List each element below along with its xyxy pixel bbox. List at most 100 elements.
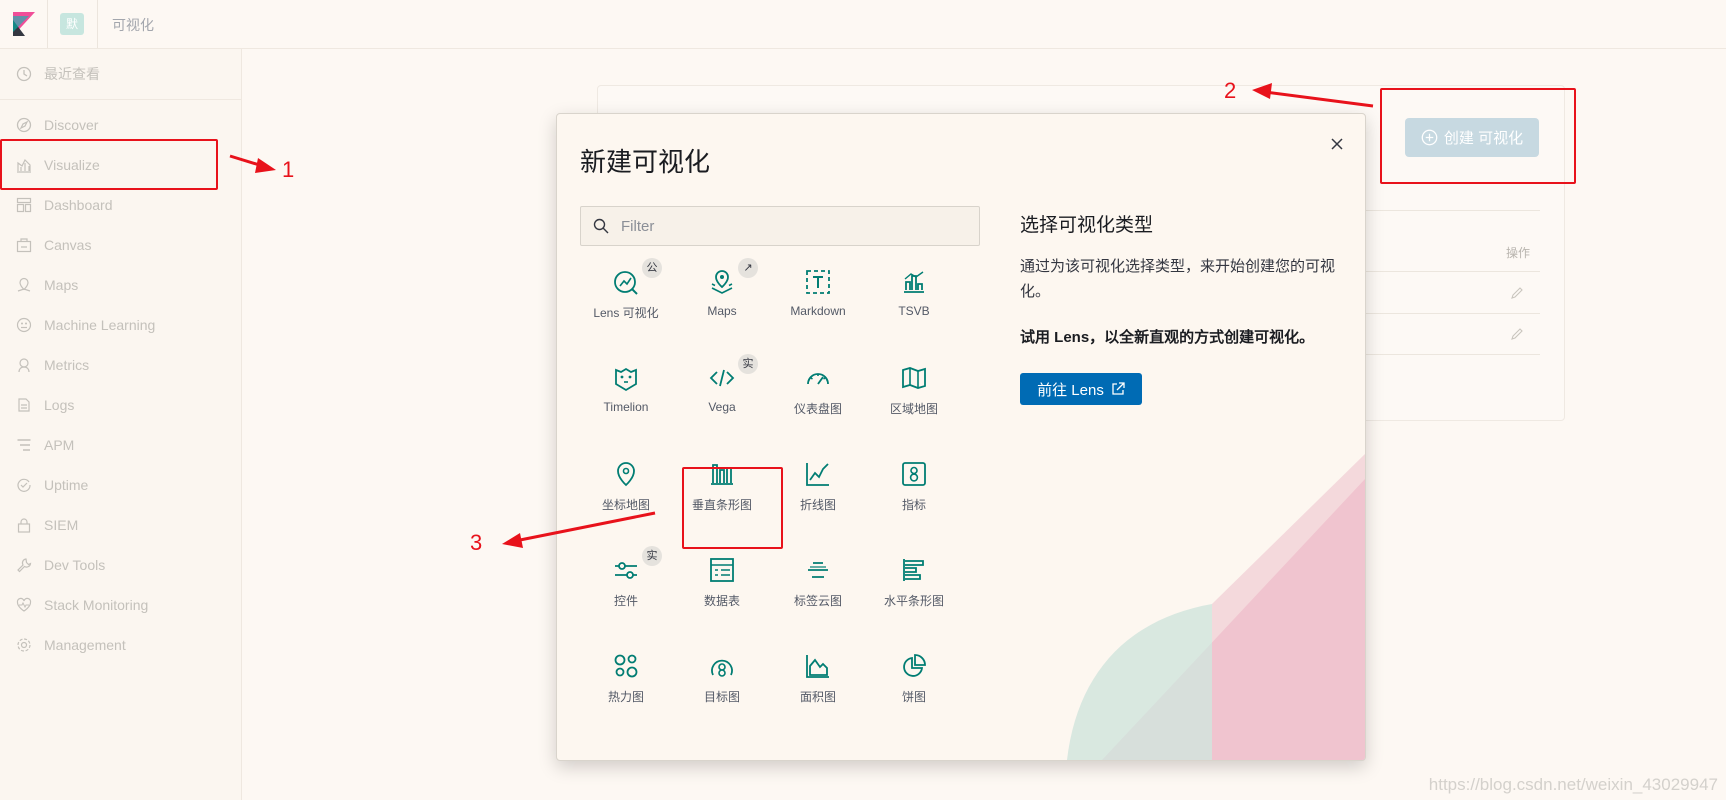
annotation-highlight-create-button <box>1380 88 1576 184</box>
maps-icon <box>15 276 33 294</box>
metrics-icon <box>15 356 33 374</box>
vis-type-markdown[interactable]: Markdown <box>772 252 864 334</box>
clock-icon <box>15 65 33 83</box>
sidebar-item-logs[interactable]: Logs <box>0 388 241 422</box>
vis-type-coordinate-map[interactable]: 坐标地图 <box>580 444 672 526</box>
sidebar-item-discover[interactable]: Discover <box>0 108 241 142</box>
vis-type-region-map[interactable]: 区域地图 <box>868 348 960 430</box>
table-header-divider <box>1362 210 1540 211</box>
annotation-highlight-visualize <box>0 139 218 190</box>
sidebar-item-dev-tools[interactable]: Dev Tools <box>0 548 241 582</box>
sidebar-item-label: Machine Learning <box>44 317 156 333</box>
pencil-icon[interactable] <box>1510 327 1524 341</box>
sidebar-item-label: Stack Monitoring <box>44 597 149 613</box>
vis-type-label: 目标图 <box>703 690 740 704</box>
sidebar-item-management[interactable]: Management <box>0 628 241 662</box>
sidebar-item-label: Discover <box>44 117 99 133</box>
heartbeat-icon <box>15 596 33 614</box>
vis-type-line[interactable]: 折线图 <box>772 444 864 526</box>
vis-type-pie[interactable]: 饼图 <box>868 636 960 718</box>
vis-type-tsvb[interactable]: TSVB <box>868 252 960 334</box>
tag-cloud-icon <box>803 555 833 585</box>
sidebar-item-canvas[interactable]: Canvas <box>0 228 241 262</box>
pencil-icon[interactable] <box>1510 286 1524 300</box>
sidebar-item-label: Metrics <box>44 357 90 373</box>
filter-input[interactable] <box>619 216 963 236</box>
sidebar-item-machine-learning[interactable]: Machine Learning <box>0 308 241 342</box>
vis-type-tag-cloud[interactable]: 标签云图 <box>772 540 864 622</box>
sidebar-item-stack-monitoring[interactable]: Stack Monitoring <box>0 588 241 622</box>
external-link-icon <box>1112 382 1125 395</box>
vis-type-metric[interactable]: 指标 <box>868 444 960 526</box>
coordinate-map-icon <box>611 459 641 489</box>
kibana-logo-icon[interactable] <box>13 12 35 36</box>
go-to-lens-label: 前往 Lens <box>1037 381 1104 399</box>
vis-type-vega[interactable]: Vega 实 <box>676 348 768 430</box>
sidebar-item-label: Maps <box>44 277 79 293</box>
vis-type-label: 饼图 <box>901 690 926 704</box>
sidebar-item-dashboard[interactable]: Dashboard <box>0 188 241 222</box>
vis-type-label: 坐标地图 <box>601 498 650 512</box>
vis-type-area[interactable]: 面积图 <box>772 636 864 718</box>
lens-promo-text: 试用 Lens，以全新直观的方式创建可视化。 <box>1020 329 1315 346</box>
controls-icon <box>611 555 641 585</box>
sidebar-item-recent[interactable]: 最近查看 <box>0 57 241 91</box>
vis-type-lens[interactable]: Lens 可视化 公 <box>580 252 672 334</box>
header-divider <box>97 0 98 48</box>
sidebar-item-metrics[interactable]: Metrics <box>0 348 241 382</box>
region-map-icon <box>899 363 929 393</box>
sidebar-item-maps[interactable]: Maps <box>0 268 241 302</box>
vis-type-label: Vega <box>708 400 736 414</box>
apm-icon <box>15 436 33 454</box>
vis-type-label: 水平条形图 <box>883 594 944 608</box>
watermark: https://blog.csdn.net/weixin_43029947 <box>1428 775 1718 794</box>
space-avatar[interactable]: 默 <box>60 13 84 35</box>
vis-type-label: Lens 可视化 <box>593 306 659 320</box>
vis-type-label: 指标 <box>901 498 926 512</box>
go-to-lens-button[interactable]: 前往 Lens <box>1020 373 1142 405</box>
vis-type-goal[interactable]: 目标图 <box>676 636 768 718</box>
pie-chart-icon <box>899 651 929 681</box>
canvas-icon <box>15 236 33 254</box>
close-icon[interactable] <box>1327 134 1347 154</box>
siem-icon <box>15 516 33 534</box>
vis-type-data-table[interactable]: 数据表 <box>676 540 768 622</box>
breadcrumb[interactable]: 可视化 <box>112 15 154 35</box>
vis-type-controls[interactable]: 控件 实 <box>580 540 672 622</box>
uptime-icon <box>15 476 33 494</box>
gauge-icon <box>803 363 833 393</box>
select-type-description: 通过为该可视化选择类型，来开始创建您的可视化。 <box>1020 258 1336 300</box>
sidebar-item-uptime[interactable]: Uptime <box>0 468 241 502</box>
sidebar-item-apm[interactable]: APM <box>0 428 241 462</box>
timelion-icon <box>611 363 641 393</box>
modal-title: 新建可视化 <box>580 147 711 177</box>
sidebar-item-label: Management <box>44 637 126 653</box>
compass-icon <box>15 116 33 134</box>
sidebar-item-label: APM <box>44 437 75 453</box>
vis-type-horizontal-bar[interactable]: 水平条形图 <box>868 540 960 622</box>
experimental-badge: 实 <box>738 354 758 374</box>
vis-type-heatmap[interactable]: 热力图 <box>580 636 672 718</box>
line-chart-icon <box>803 459 833 489</box>
heatmap-icon <box>611 651 641 681</box>
code-icon <box>707 363 737 393</box>
vis-type-maps[interactable]: Maps ↗ <box>676 252 768 334</box>
table-row-divider <box>1362 313 1540 314</box>
vis-type-label: TSVB <box>898 304 930 318</box>
sidebar-item-label: Dashboard <box>44 197 113 213</box>
sidebar-item-siem[interactable]: SIEM <box>0 508 241 542</box>
sidebar-item-label: Logs <box>44 397 75 413</box>
vis-type-label: 热力图 <box>607 690 644 704</box>
vis-type-gauge[interactable]: 仪表盘图 <box>772 348 864 430</box>
sidebar-item-label: Uptime <box>44 477 89 493</box>
sidebar-item-label: SIEM <box>44 517 79 533</box>
experimental-badge: 实 <box>642 546 662 566</box>
horizontal-bar-icon <box>899 555 929 585</box>
annotation-step-1: 1 <box>282 157 295 182</box>
vis-type-label: 仪表盘图 <box>793 402 842 416</box>
vis-type-label: 区域地图 <box>889 402 938 416</box>
annotation-highlight-vertical-bar <box>682 467 783 549</box>
vis-type-timelion[interactable]: Timelion <box>580 348 672 430</box>
filter-field[interactable] <box>580 206 980 246</box>
table-row-divider <box>1362 271 1540 272</box>
